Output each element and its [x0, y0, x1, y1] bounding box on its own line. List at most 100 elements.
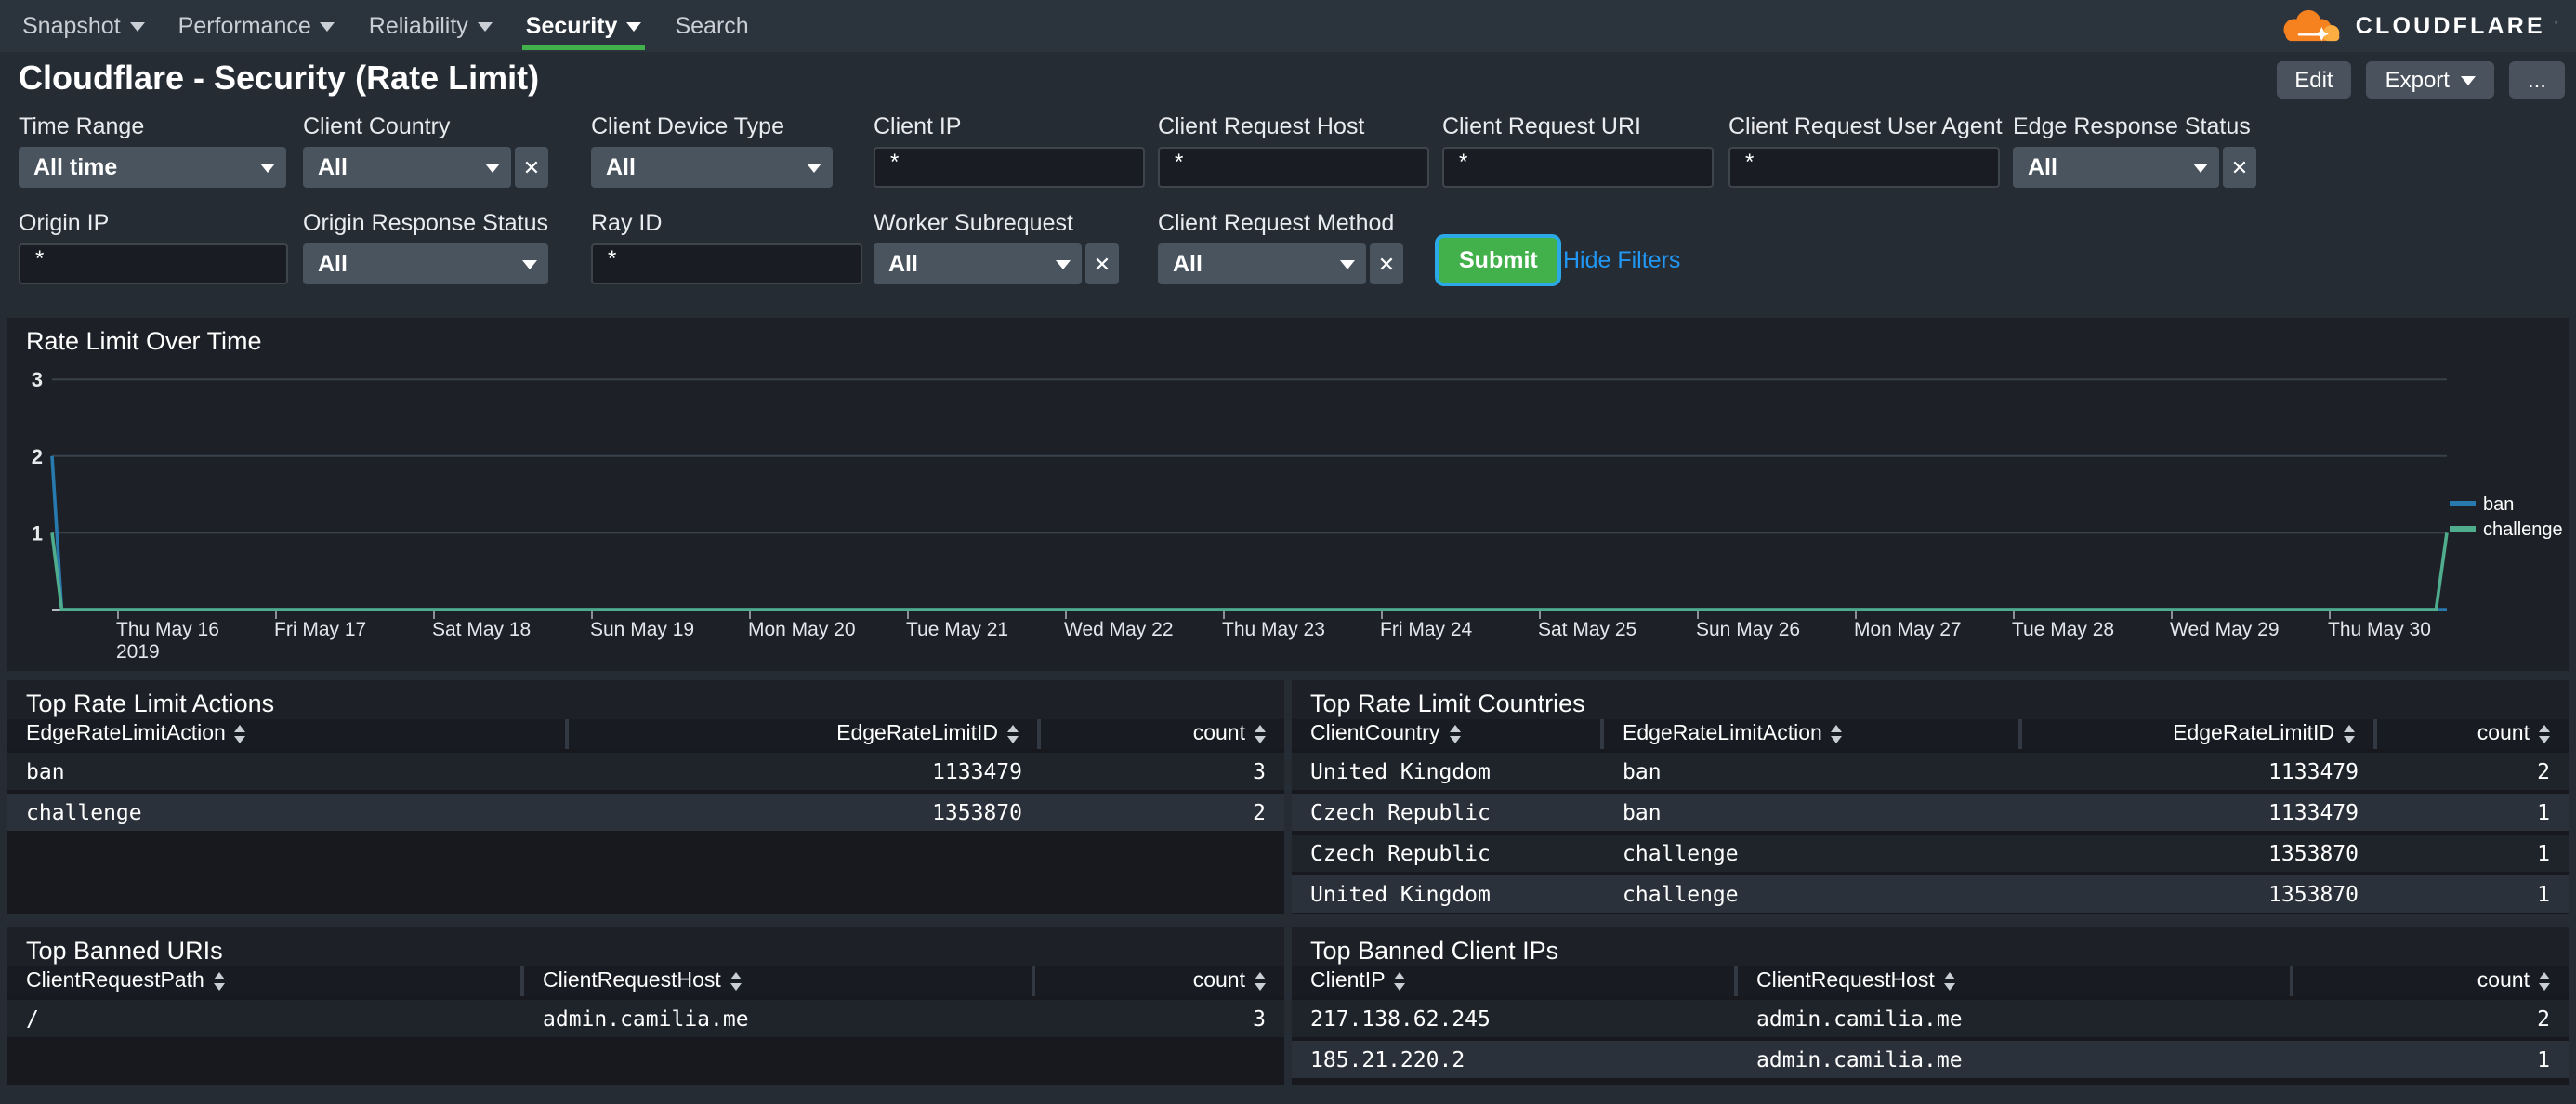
- table-cell: United Kingdom: [1310, 758, 1491, 784]
- x-axis-tick-label: Mon May 27: [1854, 619, 1962, 640]
- filter-client-country: Client Country All ✕: [303, 113, 548, 188]
- origin-response-status-select[interactable]: All: [303, 243, 548, 284]
- column-header-count[interactable]: count: [2377, 719, 2569, 749]
- column-header-clientrequesthost[interactable]: ClientRequestHost: [1738, 966, 2293, 996]
- x-axis-tick-label: Tue May 28: [2012, 619, 2114, 640]
- filter-label: Edge Response Status: [2013, 113, 2251, 139]
- x-axis-tick-label: Tue May 21: [906, 619, 1008, 640]
- filter-edge-response-status: Edge Response Status All ✕: [2013, 113, 2256, 188]
- filter-client-request-method: Client Request Method All ✕: [1158, 210, 1403, 284]
- table-cell: 1133479: [932, 758, 1022, 784]
- clear-filter-button[interactable]: ✕: [515, 147, 548, 188]
- x-axis-tick-label: Sun May 26: [1696, 619, 1800, 640]
- sort-icon: [2344, 725, 2355, 743]
- column-header-label: ClientCountry: [1310, 723, 1440, 745]
- client-device-type-select[interactable]: All: [591, 147, 833, 188]
- table-cell: 3: [1253, 1005, 1266, 1032]
- column-header-clientcountry[interactable]: ClientCountry: [1292, 719, 1604, 749]
- sort-icon: [1449, 725, 1461, 743]
- nav-item-search[interactable]: Search: [671, 0, 752, 52]
- client-request-uri-input[interactable]: [1442, 147, 1714, 188]
- table-cell: 1353870: [932, 799, 1022, 825]
- clear-filter-button[interactable]: ✕: [2223, 147, 2256, 188]
- column-header-edgeratelimitid[interactable]: EdgeRateLimitID: [569, 719, 1041, 749]
- table-cell: Czech Republic: [1310, 840, 1491, 866]
- nav-item-snapshot[interactable]: Snapshot: [19, 0, 149, 52]
- sort-icon: [1255, 972, 1266, 991]
- column-header-label: count: [2477, 723, 2530, 745]
- ray-id-input[interactable]: [591, 243, 862, 284]
- edge-response-status-select[interactable]: All: [2013, 147, 2219, 188]
- filter-label: Client Request Host: [1158, 113, 1365, 139]
- column-header-clientip[interactable]: ClientIP: [1292, 966, 1738, 996]
- nav-item-reliability[interactable]: Reliability: [365, 0, 496, 52]
- clear-filter-button[interactable]: ✕: [1370, 243, 1403, 284]
- column-header-count[interactable]: count: [1035, 966, 1284, 996]
- select-value: All: [318, 154, 348, 180]
- table-cell: 2: [2537, 758, 2550, 784]
- table-panel-top-banned-uris: Top Banned URIs ClientRequestPath ClientRe…: [7, 927, 1284, 1085]
- client-request-user-agent-input[interactable]: [1728, 147, 2000, 188]
- table-cell: 1: [2537, 1046, 2550, 1072]
- column-header-clientrequestpath[interactable]: ClientRequestPath: [7, 966, 524, 996]
- cloudflare-cloud-icon: [2284, 9, 2341, 42]
- export-button[interactable]: Export: [2366, 61, 2494, 99]
- table-row: 185.21.220.2 admin.camilia.me 1: [1292, 1037, 2569, 1078]
- select-value: All: [2028, 154, 2057, 180]
- nav-item-security[interactable]: Security: [521, 0, 647, 52]
- table-row: United Kingdom ban 1133479 2: [1292, 749, 2569, 790]
- filter-origin-ip: Origin IP: [19, 210, 288, 284]
- clear-filter-button[interactable]: ✕: [1085, 243, 1119, 284]
- sort-icon: [1007, 725, 1019, 743]
- column-header-count[interactable]: count: [2293, 966, 2569, 996]
- table-row: 217.138.62.245 admin.camilia.me 2: [1292, 996, 2569, 1037]
- sort-icon: [234, 725, 246, 743]
- column-header-label: EdgeRateLimitID: [2173, 723, 2334, 745]
- column-header-edgeratelimitid[interactable]: EdgeRateLimitID: [2022, 719, 2377, 749]
- cloudflare-logo-text: CLOUDFLARE: [2355, 13, 2545, 39]
- table-cell: 2: [1253, 799, 1266, 825]
- client-request-method-select[interactable]: All: [1158, 243, 1366, 284]
- table-title: Top Rate Limit Actions: [7, 680, 1284, 719]
- column-header-count[interactable]: count: [1041, 719, 1284, 749]
- nav-item-performance[interactable]: Performance: [175, 0, 339, 52]
- column-header-clientrequesthost[interactable]: ClientRequestHost: [524, 966, 1035, 996]
- sort-icon: [1943, 972, 1955, 991]
- hide-filters-link[interactable]: Hide Filters: [1563, 247, 1680, 273]
- edit-button[interactable]: Edit: [2276, 61, 2352, 99]
- close-icon: ✕: [522, 157, 541, 179]
- worker-subrequest-select[interactable]: All: [874, 243, 1082, 284]
- client-request-host-input[interactable]: [1158, 147, 1429, 188]
- nav-item-label: Security: [525, 13, 618, 39]
- chevron-down-icon: [485, 163, 500, 172]
- table-cell: ban: [1623, 799, 1662, 825]
- submit-button[interactable]: Submit: [1439, 238, 1558, 283]
- button-label: Export: [2385, 67, 2450, 93]
- page-title: Cloudflare - Security (Rate Limit): [19, 59, 540, 97]
- table-title: Top Banned Client IPs: [1292, 927, 2569, 966]
- table-cell: United Kingdom: [1310, 881, 1491, 907]
- column-header-label: count: [2477, 970, 2530, 992]
- table-title: Top Banned URIs: [7, 927, 1284, 966]
- item-button[interactable]: ...: [2508, 61, 2565, 99]
- client-country-select[interactable]: All: [303, 147, 511, 188]
- select-value: All: [318, 251, 348, 277]
- table-cell: /: [26, 1005, 39, 1032]
- x-axis-tick-label: Sat May 25: [1538, 619, 1636, 640]
- table-header-row: ClientRequestPath ClientRequestHost count: [7, 966, 1284, 996]
- column-header-edgeratelimitaction[interactable]: EdgeRateLimitAction: [1604, 719, 2022, 749]
- client-ip-input[interactable]: [874, 147, 1145, 188]
- column-header-edgeratelimitaction[interactable]: EdgeRateLimitAction: [7, 719, 569, 749]
- table-header-row: ClientIP ClientRequestHost count: [1292, 966, 2569, 996]
- time-range-select[interactable]: All time: [19, 147, 286, 188]
- filter-label: Client IP: [874, 113, 962, 139]
- filter-label: Client Country: [303, 113, 451, 139]
- table-row: Czech Republic challenge 1353870 1: [1292, 831, 2569, 872]
- x-axis-tick-label: Thu May 16: [116, 619, 219, 640]
- nav-item-label: Search: [675, 13, 749, 39]
- column-header-label: EdgeRateLimitAction: [26, 723, 226, 745]
- nav-item-label: Performance: [177, 13, 311, 39]
- x-axis-tick-label: Wed May 29: [2170, 619, 2280, 640]
- origin-ip-input[interactable]: [19, 243, 288, 284]
- table-cell: 3: [1253, 758, 1266, 784]
